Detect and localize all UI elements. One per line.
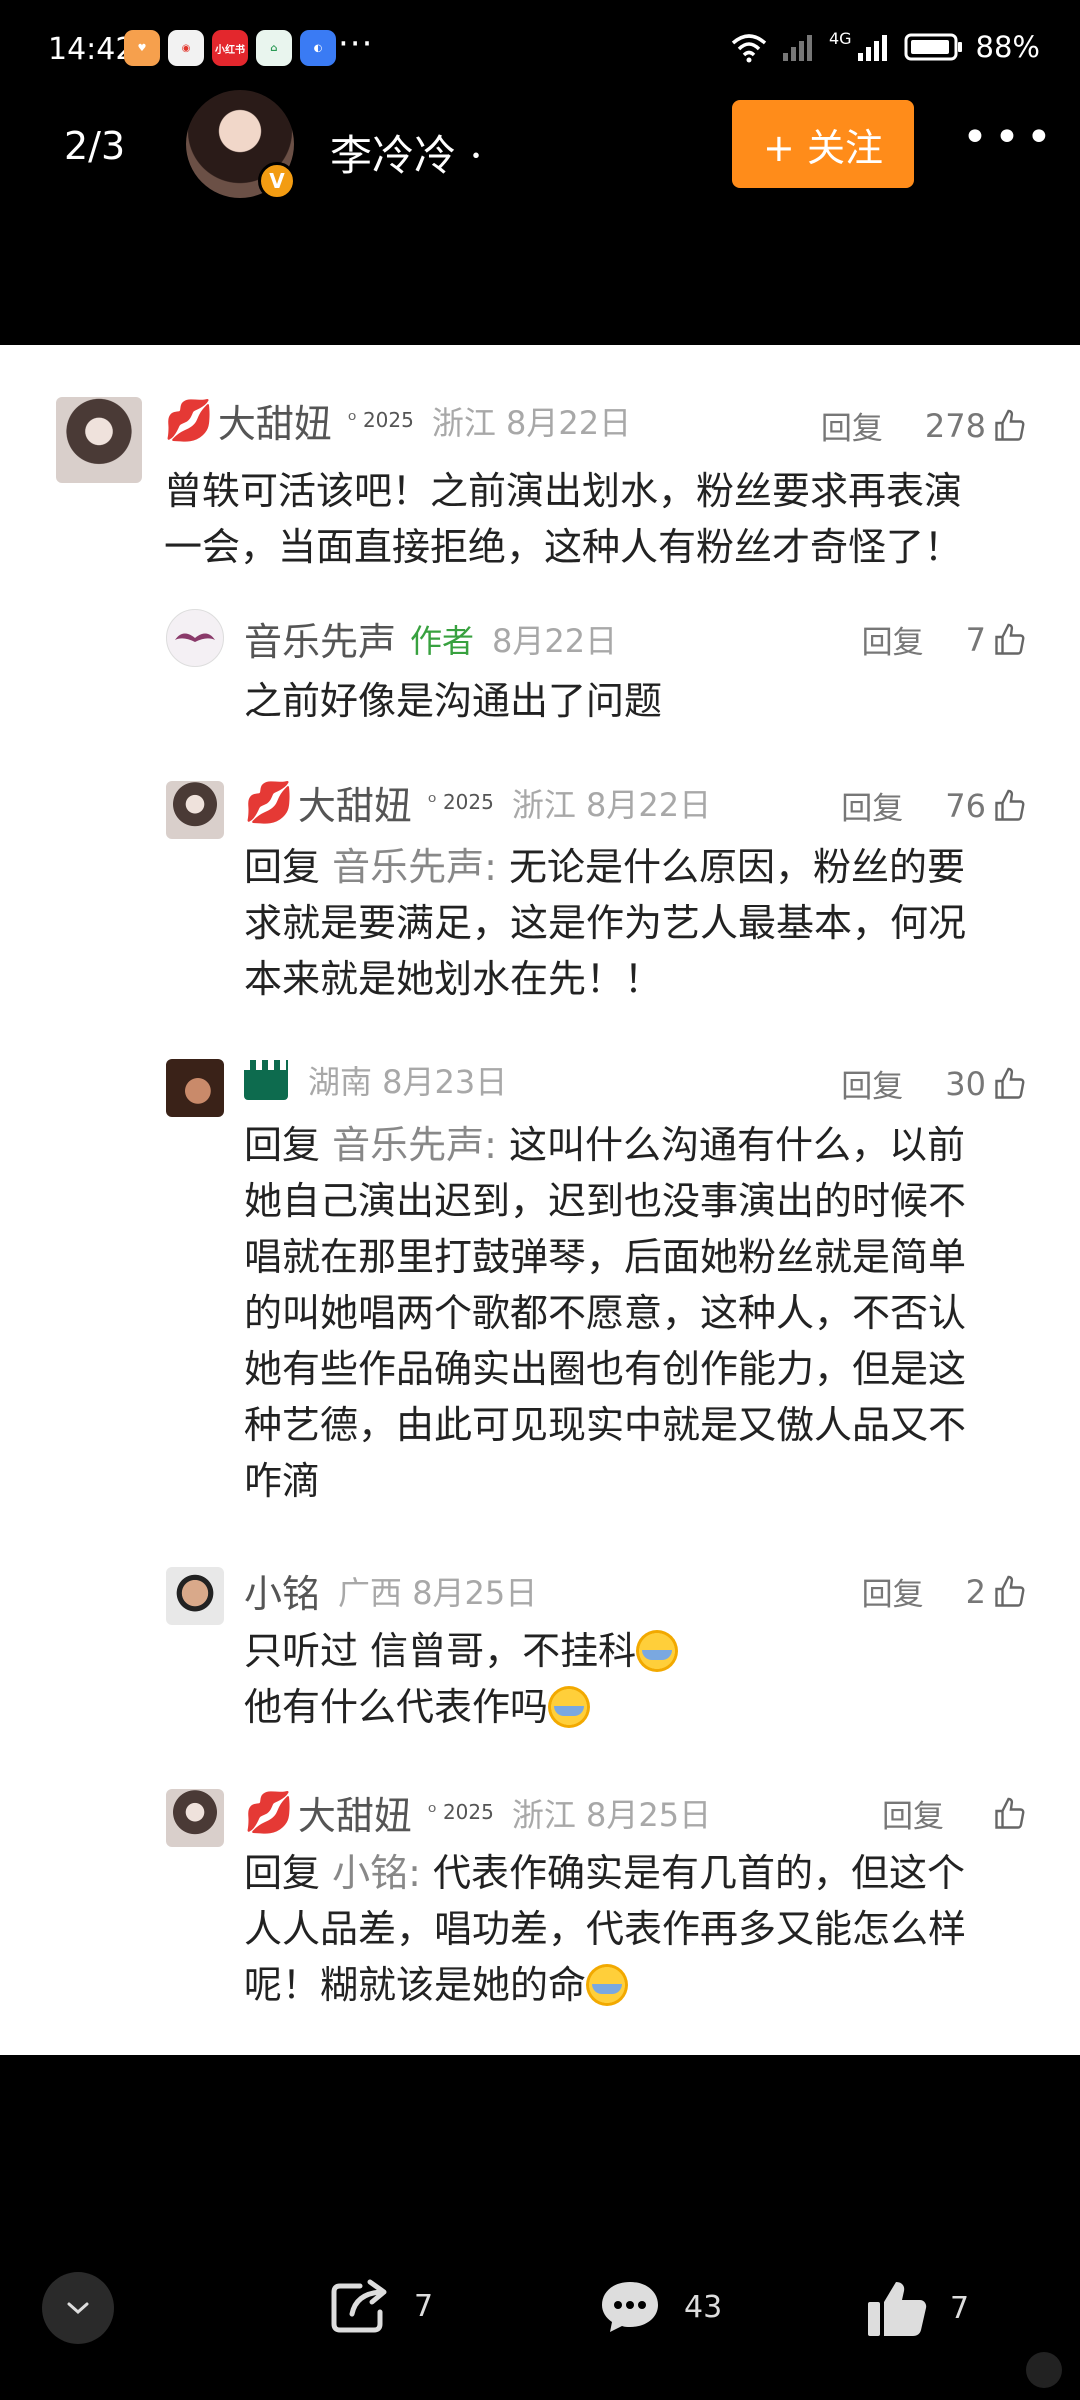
year-badge: ᵒ 2025 xyxy=(427,790,494,815)
more-options-icon[interactable]: ••• xyxy=(962,112,1058,163)
like-count: 7 xyxy=(965,620,986,659)
comment-meta: 浙江 8月22日 xyxy=(431,403,632,442)
heart-app-icon: ♥ xyxy=(124,30,160,66)
commenter-name[interactable]: 小铭 xyxy=(244,1563,320,1618)
weibo-app-icon: ◉ xyxy=(168,30,204,66)
commenter-avatar[interactable] xyxy=(166,1059,224,1117)
status-bar: 14:42 ♥ ◉ 小红书 ⌂ ◐ ··· 4G 88% xyxy=(0,0,1080,100)
follow-button[interactable]: + 关注 xyxy=(732,100,914,188)
reply-button[interactable]: 回复 xyxy=(882,1791,944,1836)
share-count: 7 xyxy=(414,2288,434,2324)
like-button[interactable]: 7 xyxy=(866,2278,969,2338)
clapperboard-icon xyxy=(244,1060,288,1100)
laugh-cry-emoji-icon xyxy=(586,1964,629,2006)
xiaohongshu-app-icon: 小红书 xyxy=(212,30,248,66)
share-button[interactable]: 7 xyxy=(330,2278,433,2334)
lips-icon: 💋 xyxy=(164,398,214,444)
comment-meta: 湖南 8月23日 xyxy=(308,1063,508,1101)
commenter-avatar[interactable] xyxy=(166,1567,224,1625)
comment-text: 曾轶可活该吧！之前演出划水，粉丝要求再表演 一会，当面直接拒绝，这种人有粉丝才奇… xyxy=(164,469,963,569)
comment-text: 之前好像是沟通出了问题 xyxy=(244,679,663,723)
like-total-count: 7 xyxy=(950,2290,970,2326)
comment-text: 回复 音乐先声: 这叫什么沟通有什么，以前 她自己演出迟到，迟到也没事演出的时候… xyxy=(244,1123,967,1503)
status-indicators: 4G 88% xyxy=(729,28,1040,64)
commenter-name[interactable]: 大甜妞 xyxy=(298,775,412,830)
battery-icon xyxy=(904,33,962,61)
reply-button[interactable]: 回复 xyxy=(821,403,883,448)
thumbs-up-icon[interactable] xyxy=(992,1574,1028,1610)
page-indicator: 2/3 xyxy=(64,124,126,168)
like-count: 76 xyxy=(945,786,986,825)
status-more-icon: ··· xyxy=(338,24,374,64)
commenter-avatar[interactable] xyxy=(56,397,142,483)
browser-app-icon: ◐ xyxy=(300,30,336,66)
thumbs-up-icon[interactable] xyxy=(992,1066,1028,1102)
lips-icon: 💋 xyxy=(244,780,294,826)
thumbs-up-icon[interactable] xyxy=(992,1796,1028,1832)
year-badge: ᵒ 2025 xyxy=(427,1800,494,1825)
lips-icon: 💋 xyxy=(244,1790,294,1836)
thumbs-up-icon[interactable] xyxy=(992,788,1028,824)
medal-icon: ᵒ xyxy=(427,1800,437,1825)
thumbs-up-icon[interactable] xyxy=(992,622,1028,658)
watermark-icon xyxy=(1026,2352,1062,2388)
commenter-avatar[interactable] xyxy=(166,781,224,839)
comment-button[interactable]: 43 xyxy=(598,2278,722,2336)
like-count: 2 xyxy=(965,1572,986,1611)
thumbs-up-filled-icon xyxy=(868,2282,927,2336)
battery-percent: 88% xyxy=(975,30,1040,64)
comment-meta: 8月22日 xyxy=(492,621,618,660)
status-time: 14:42 xyxy=(48,32,135,67)
mustache-logo-icon xyxy=(175,633,215,642)
collapse-button[interactable] xyxy=(42,2272,114,2344)
author-name[interactable]: 李冷冷 · xyxy=(330,122,483,183)
signal-strong-icon xyxy=(857,35,887,61)
comment-meta: 浙江 8月25日 xyxy=(511,1795,712,1834)
chevron-down-icon xyxy=(67,2302,89,2315)
commenter-avatar[interactable] xyxy=(166,1789,224,1847)
like-count: 278 xyxy=(924,406,986,445)
reply-button[interactable]: 回复 xyxy=(862,1569,924,1614)
laugh-cry-emoji-icon xyxy=(548,1686,591,1728)
commenter-name[interactable]: 音乐先声 xyxy=(244,611,396,666)
comment-count: 43 xyxy=(684,2289,723,2325)
reply-button[interactable]: 回复 xyxy=(841,783,903,828)
like-count: 30 xyxy=(945,1064,986,1103)
comment-text: 只听过 信曾哥，不挂科 他有什么代表作吗 xyxy=(244,1623,679,1735)
reply-target-link[interactable]: 音乐先声: xyxy=(332,845,497,889)
status-app-icons: ♥ ◉ 小红书 ⌂ ◐ xyxy=(124,30,336,66)
reply-button[interactable]: 回复 xyxy=(862,617,924,662)
laugh-cry-emoji-icon xyxy=(636,1630,679,1672)
comment-text: 回复 小铭: 代表作确实是有几首的，但这个 人人品差，唱功差，代表作再多又能怎么… xyxy=(244,1851,967,2007)
reply-button[interactable]: 回复 xyxy=(841,1061,903,1106)
home-app-icon: ⌂ xyxy=(256,30,292,66)
comment-meta: 广西 8月25日 xyxy=(338,1573,538,1612)
commenter-name[interactable]: 大甜妞 xyxy=(218,393,332,448)
medal-icon: ᵒ xyxy=(347,408,357,433)
verified-badge-icon: V xyxy=(258,162,296,200)
signal-weak-icon xyxy=(782,35,812,61)
comment-screenshot-card: 💋 大甜妞 ᵒ 2025 浙江 8月22日 回复 278 曾轶可活该吧！之前演出划… xyxy=(0,345,1080,2055)
thumbs-up-icon[interactable] xyxy=(992,408,1028,444)
post-header: 2/3 V 李冷冷 · + 关注 ••• xyxy=(0,90,1080,210)
year-badge: ᵒ 2025 xyxy=(347,408,414,433)
author-tag: 作者 xyxy=(410,621,475,660)
bottom-action-bar: 7 43 7 xyxy=(0,2240,1080,2370)
commenter-name[interactable]: 大甜妞 xyxy=(298,1785,412,1840)
wifi-icon xyxy=(731,34,767,63)
share-icon xyxy=(331,2279,387,2333)
commenter-avatar[interactable] xyxy=(166,609,224,667)
comment-text: 回复 音乐先声: 无论是什么原因，粉丝的要 求就是要满足，这是作为艺人最基本，何… xyxy=(244,845,967,1001)
comment-meta: 浙江 8月22日 xyxy=(511,785,712,824)
reply-target-link[interactable]: 音乐先声: xyxy=(332,1123,497,1167)
medal-icon: ᵒ xyxy=(427,790,437,815)
comment-bubble-icon xyxy=(602,2282,658,2332)
reply-target-link[interactable]: 小铭: xyxy=(332,1851,421,1895)
network-type-label: 4G xyxy=(828,28,852,48)
